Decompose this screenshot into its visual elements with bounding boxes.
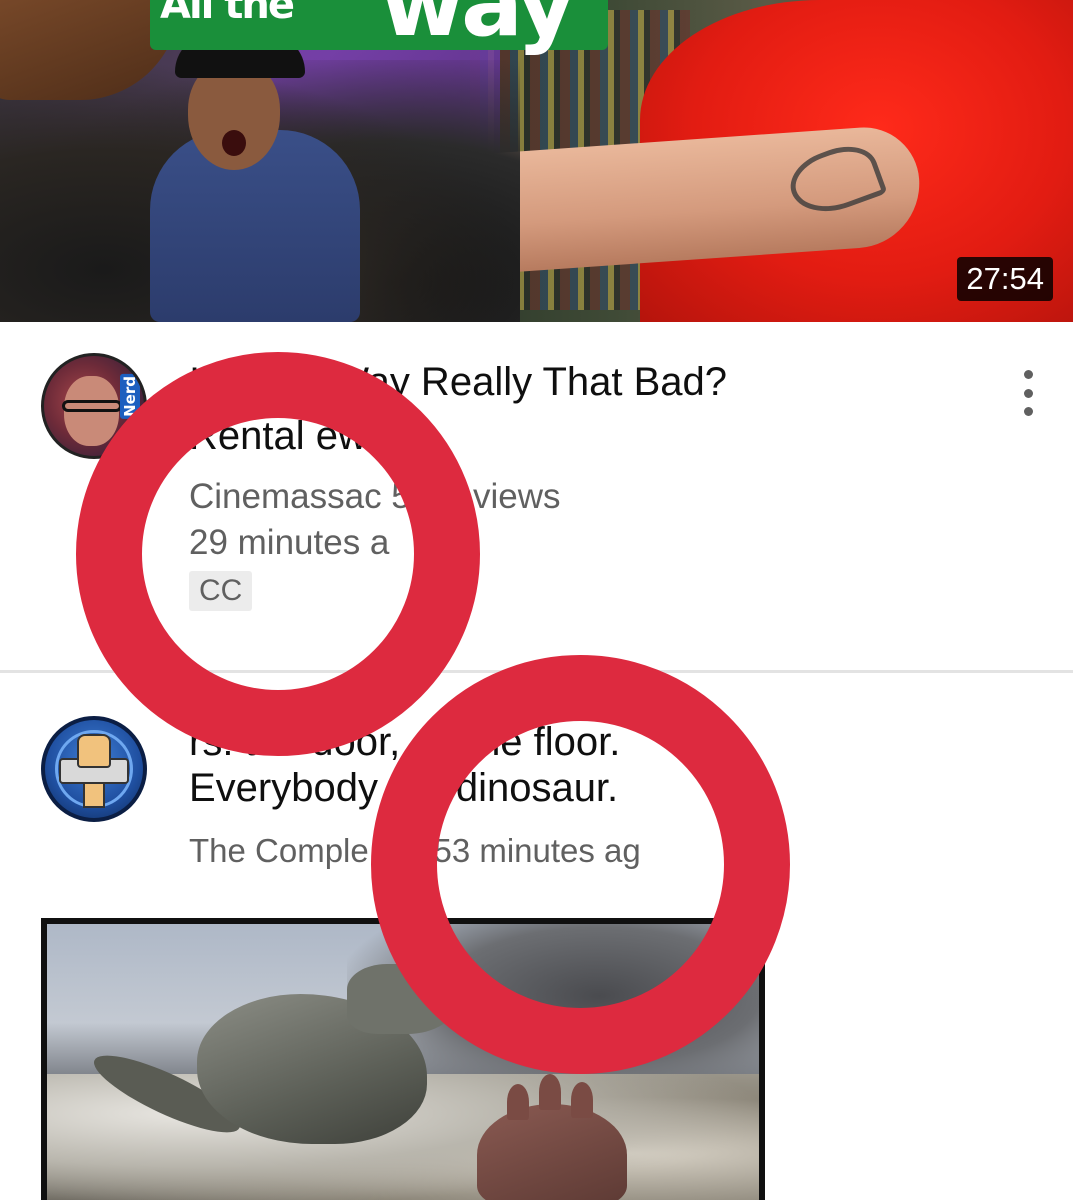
thumbnail-title-art: All the way xyxy=(150,0,608,57)
channel-avatar-2[interactable] xyxy=(41,716,147,822)
wrist-shape xyxy=(83,782,105,808)
title-art-big: way xyxy=(380,0,576,57)
menu-dot xyxy=(1023,407,1033,416)
vertical-ellipsis-icon[interactable] xyxy=(1010,370,1046,416)
stegosaurus xyxy=(477,1074,627,1200)
menu-dot xyxy=(1023,370,1033,379)
duration-badge: 27:54 xyxy=(957,257,1053,301)
video-thumbnail[interactable]: All the way 27:54 xyxy=(0,0,1073,322)
thumbnail-hero-mouth xyxy=(222,130,246,156)
annotation-circle xyxy=(76,352,480,756)
stego-plate xyxy=(539,1074,561,1110)
stego-plate xyxy=(507,1084,529,1120)
avatar-glasses xyxy=(62,400,122,412)
title-art-small: All the xyxy=(160,0,295,28)
annotation-circle xyxy=(371,655,790,1074)
fist-icon xyxy=(77,734,111,768)
stego-plate xyxy=(571,1082,593,1118)
menu-dot xyxy=(1023,388,1033,398)
